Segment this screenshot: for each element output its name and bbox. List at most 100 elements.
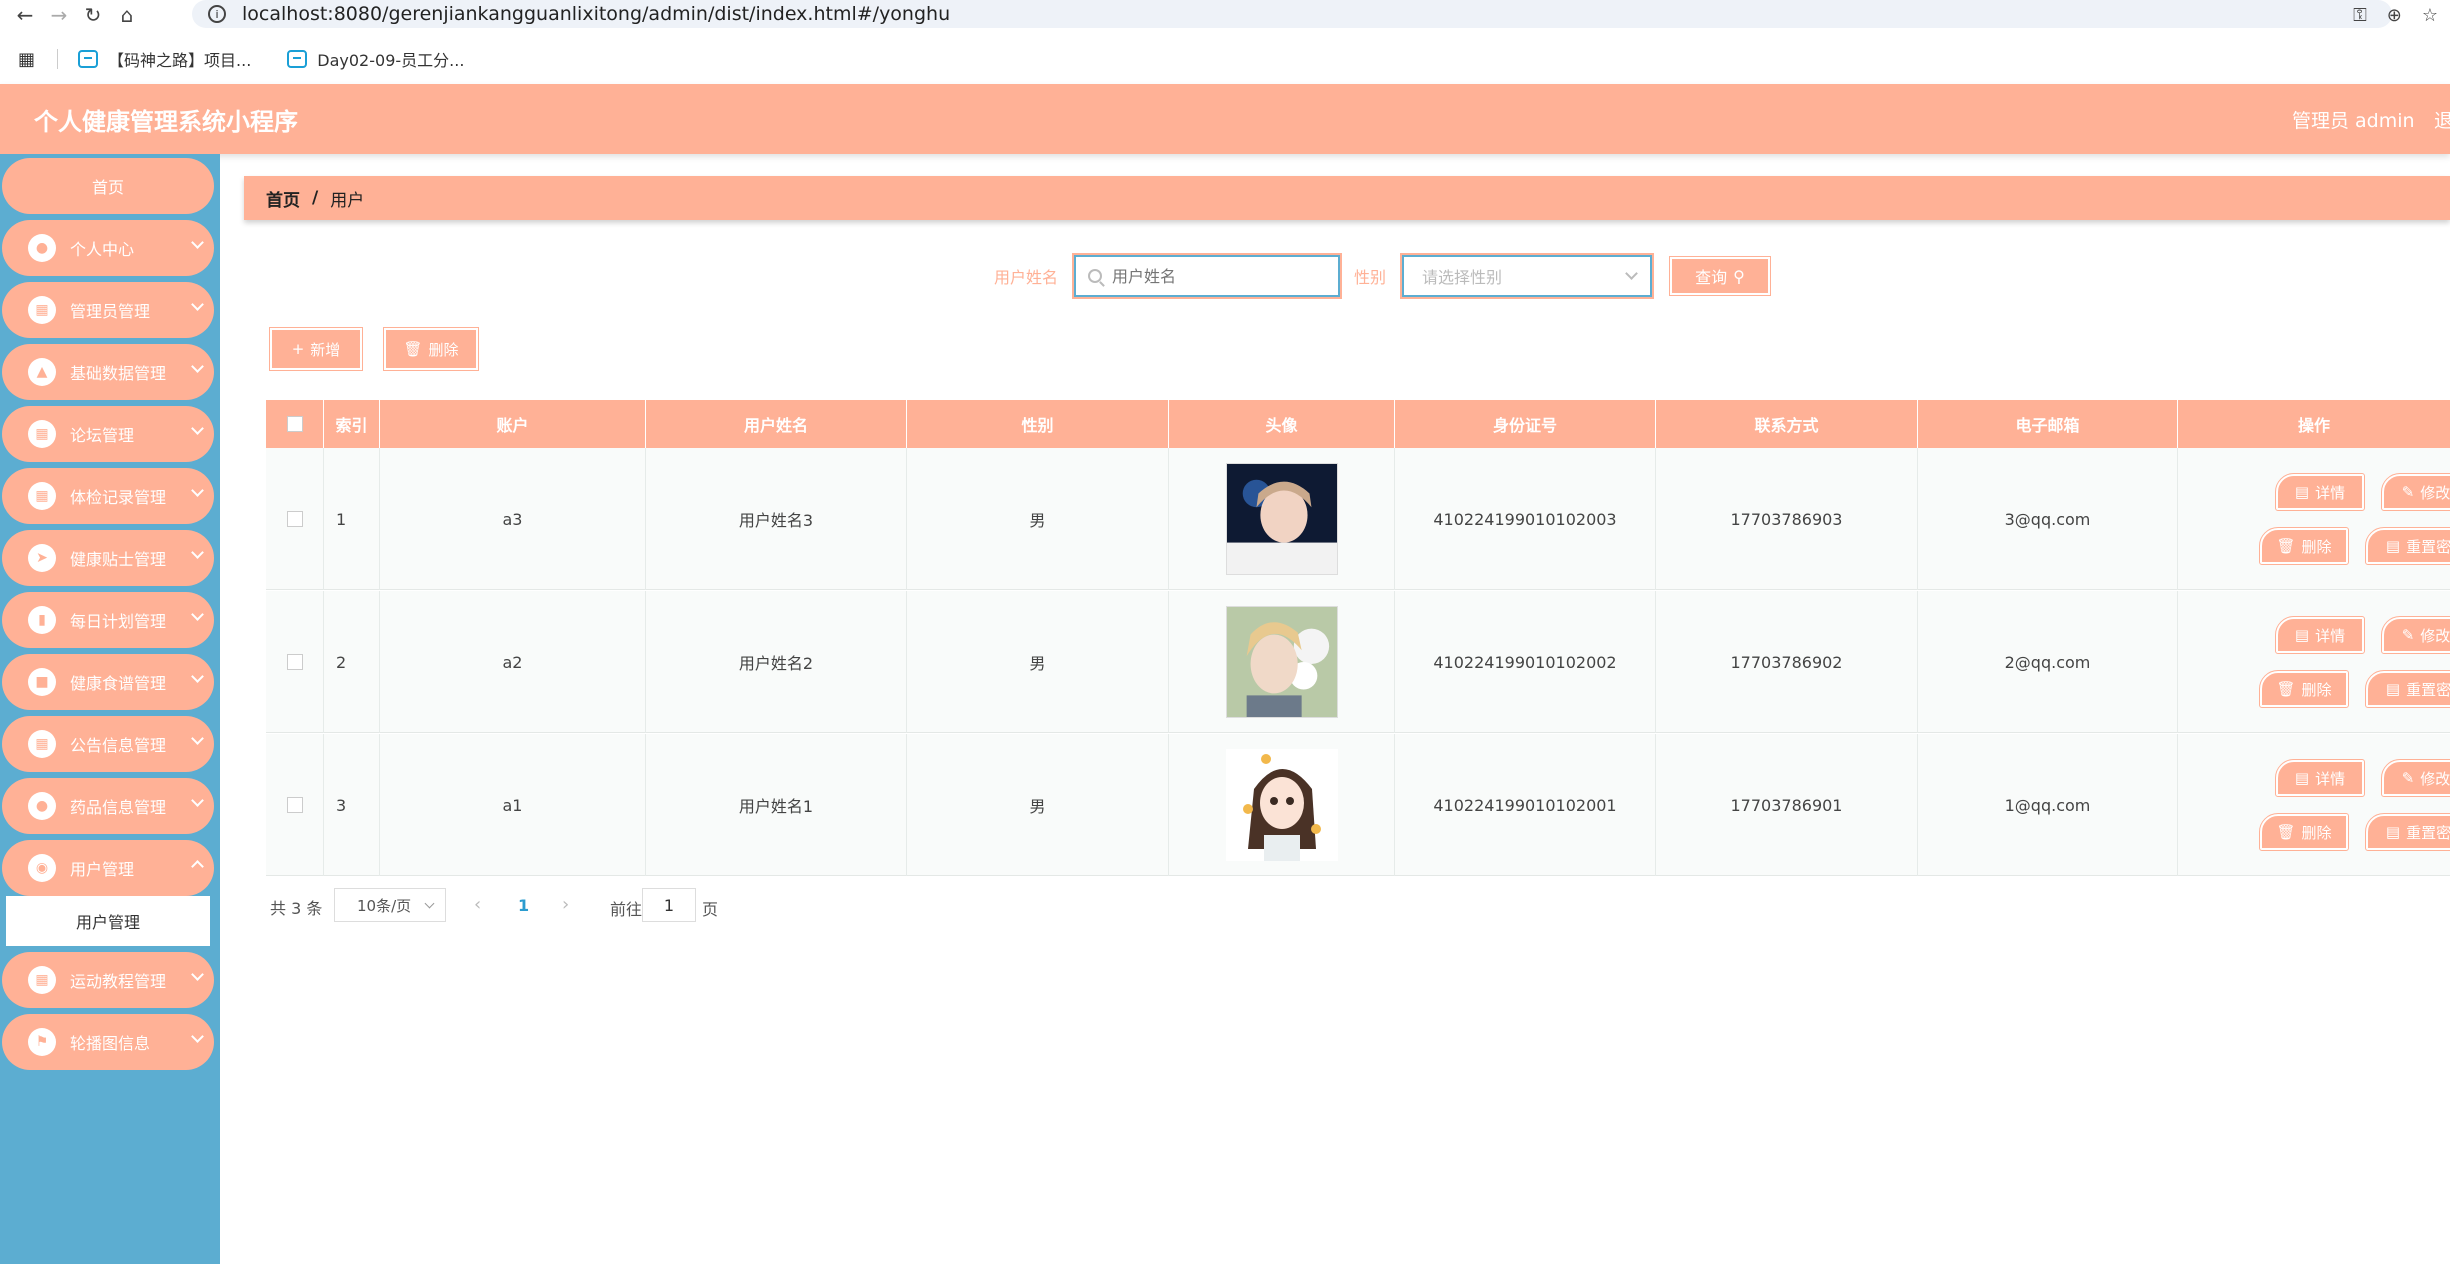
breadcrumb-home[interactable]: 首页 — [266, 186, 300, 211]
trash-icon: 🗑 — [2276, 537, 2296, 555]
goto-page-input[interactable]: 1 — [642, 888, 696, 922]
sidebar-item-daily-plan[interactable]: ▮ 每日计划管理 — [2, 592, 214, 648]
grid-icon: ▦ — [28, 966, 56, 994]
gender-label: 性别 — [1354, 268, 1387, 287]
phone-cell: 17703786903 — [1656, 448, 1918, 590]
column-header: 电子邮箱 — [1918, 400, 2178, 448]
detail-button[interactable]: ▤ 详情 — [2275, 616, 2365, 654]
sidebar-item-notices[interactable]: ▦ 公告信息管理 — [2, 716, 214, 772]
row-select-cell — [266, 591, 324, 733]
avatar[interactable] — [1225, 606, 1338, 718]
site-info-icon[interactable]: i — [208, 5, 226, 23]
sidebar-item-personal-center[interactable]: ● 个人中心 — [2, 220, 214, 276]
column-header: 操作 — [2297, 416, 2330, 435]
sidebar-subitem-user-management[interactable]: 用户管理 — [6, 896, 210, 946]
table-row: 1 a3 用户姓名3 男 410224199010102003 17703786… — [266, 448, 2450, 590]
current-page[interactable]: 1 — [518, 896, 529, 915]
email-cell: 3@qq.com — [1918, 448, 2178, 590]
edit-button[interactable]: ✎ 修改 — [2381, 616, 2450, 654]
bookmark-item[interactable]: Day02-09-员工分... — [287, 47, 464, 71]
avatar[interactable] — [1225, 749, 1338, 861]
sidebar-item-label: 个人中心 — [70, 240, 135, 259]
name-cell: 用户姓名1 — [646, 734, 907, 876]
edit-button[interactable]: ✎ 修改 — [2381, 759, 2450, 797]
home-icon[interactable]: ⌂ — [110, 0, 144, 30]
app-header: 个人健康管理系统小程序 管理员 admin 退 — [0, 84, 2450, 154]
reset-password-button[interactable]: ▤ 重置密码 — [2365, 527, 2450, 565]
row-checkbox[interactable] — [286, 511, 303, 527]
doc-icon: ▤ — [2385, 537, 2401, 555]
doc-icon: ▤ — [2385, 680, 2401, 698]
chevron-down-icon — [191, 360, 204, 373]
avatar[interactable] — [1225, 463, 1338, 575]
detail-button[interactable]: ▤ 详情 — [2275, 473, 2365, 511]
name-search-input[interactable] — [1112, 266, 1312, 286]
query-button[interactable]: 查询 ⚲ — [1669, 256, 1771, 296]
chevron-down-icon — [191, 236, 204, 249]
column-header: 身份证号 — [1395, 400, 1656, 448]
current-user[interactable]: 管理员 admin — [2292, 106, 2415, 133]
detail-button[interactable]: ▤ 详情 — [2275, 759, 2365, 797]
gender-select[interactable]: 请选择性别 — [1400, 253, 1654, 299]
reload-icon[interactable]: ↻ — [76, 0, 110, 30]
grid-icon: ▦ — [28, 482, 56, 510]
batch-delete-button[interactable]: 🗑 删除 — [383, 327, 479, 371]
sidebar-item-home[interactable]: 首页 — [2, 158, 214, 214]
select-all-checkbox[interactable] — [286, 416, 303, 432]
prev-page-icon[interactable]: ‹ — [474, 894, 481, 915]
name-search-field[interactable] — [1072, 253, 1342, 299]
sidebar-item-medicine[interactable]: ● 药品信息管理 — [2, 778, 214, 834]
chevron-down-icon — [1625, 267, 1638, 280]
zoom-icon[interactable]: ⊕ — [2387, 5, 2402, 26]
trash-icon: 🗑 — [2276, 680, 2296, 698]
key-icon[interactable]: ⚿ — [2353, 5, 2367, 26]
sidebar-item-basic-data[interactable]: ▲ 基础数据管理 — [2, 344, 214, 400]
star-icon[interactable]: ☆ — [2422, 5, 2438, 26]
back-icon[interactable]: ← — [8, 0, 42, 30]
reset-password-button[interactable]: ▤ 重置密码 — [2365, 813, 2450, 851]
actions-cell: ▤ 详情 ✎ 修改 🗑 删除 ▤ 重置密码 — [2178, 734, 2450, 876]
sidebar-item-forum[interactable]: ▦ 论坛管理 — [2, 406, 214, 462]
edit-button[interactable]: ✎ 修改 — [2381, 473, 2450, 511]
sidebar-item-health-tips[interactable]: ➤ 健康贴士管理 — [2, 530, 214, 586]
sidebar-item-exercise[interactable]: ▦ 运动教程管理 — [2, 952, 214, 1008]
name-search-label: 用户姓名 — [994, 268, 1059, 287]
bookmarks-divider — [57, 49, 59, 69]
gender-cell: 男 — [907, 591, 1169, 733]
logout-link[interactable]: 退 — [2434, 106, 2450, 133]
bookmark-item[interactable]: 【码神之路】项目... — [78, 47, 251, 71]
add-button[interactable]: + 新增 — [269, 327, 363, 371]
chevron-down-icon — [191, 1030, 204, 1043]
sidebar-item-label: 用户管理 — [70, 860, 135, 879]
detail-label: 详情 — [2315, 483, 2346, 502]
user-icon: ● — [28, 792, 56, 820]
row-checkbox[interactable] — [286, 797, 303, 813]
sidebar-item-label: 健康贴士管理 — [70, 550, 167, 569]
page-size-select[interactable]: 10条/页 — [334, 888, 446, 922]
delete-button[interactable]: 🗑 删除 — [2259, 813, 2349, 851]
table-header: 索引 账户 用户姓名 性别 头像 身份证号 联系方式 电子邮箱 操作 — [266, 400, 2450, 448]
next-page-icon[interactable]: › — [562, 894, 569, 915]
phone-cell: 17703786902 — [1656, 591, 1918, 733]
sidebar-item-admin[interactable]: ▦ 管理员管理 — [2, 282, 214, 338]
sidebar-item-label: 首页 — [91, 178, 124, 197]
forward-icon[interactable]: → — [42, 0, 76, 30]
sidebar-item-carousel[interactable]: ⚑ 轮播图信息 — [2, 1014, 214, 1070]
sidebar-item-label: 健康食谱管理 — [70, 674, 167, 693]
gender-cell: 男 — [907, 734, 1169, 876]
row-checkbox[interactable] — [286, 654, 303, 670]
user-icon: ● — [28, 234, 56, 262]
sidebar-item-recipes[interactable]: ■ 健康食谱管理 — [2, 654, 214, 710]
sidebar-item-users[interactable]: ◉ 用户管理 — [2, 840, 214, 896]
page-size-value: 10条/页 — [357, 896, 412, 915]
reset-password-button[interactable]: ▤ 重置密码 — [2365, 670, 2450, 708]
delete-button[interactable]: 🗑 删除 — [2259, 527, 2349, 565]
sidebar-item-checkup[interactable]: ▦ 体检记录管理 — [2, 468, 214, 524]
url-text: localhost:8080/gerenjiankangguanlixitong… — [242, 3, 951, 25]
address-bar[interactable]: i localhost:8080/gerenjiankangguanlixito… — [192, 0, 2392, 28]
delete-button[interactable]: 🗑 删除 — [2259, 670, 2349, 708]
row-select-cell — [266, 734, 324, 876]
chevron-down-icon — [191, 608, 204, 621]
apps-icon[interactable]: ▦ — [18, 49, 35, 70]
sidebar-item-label: 基础数据管理 — [70, 364, 167, 383]
